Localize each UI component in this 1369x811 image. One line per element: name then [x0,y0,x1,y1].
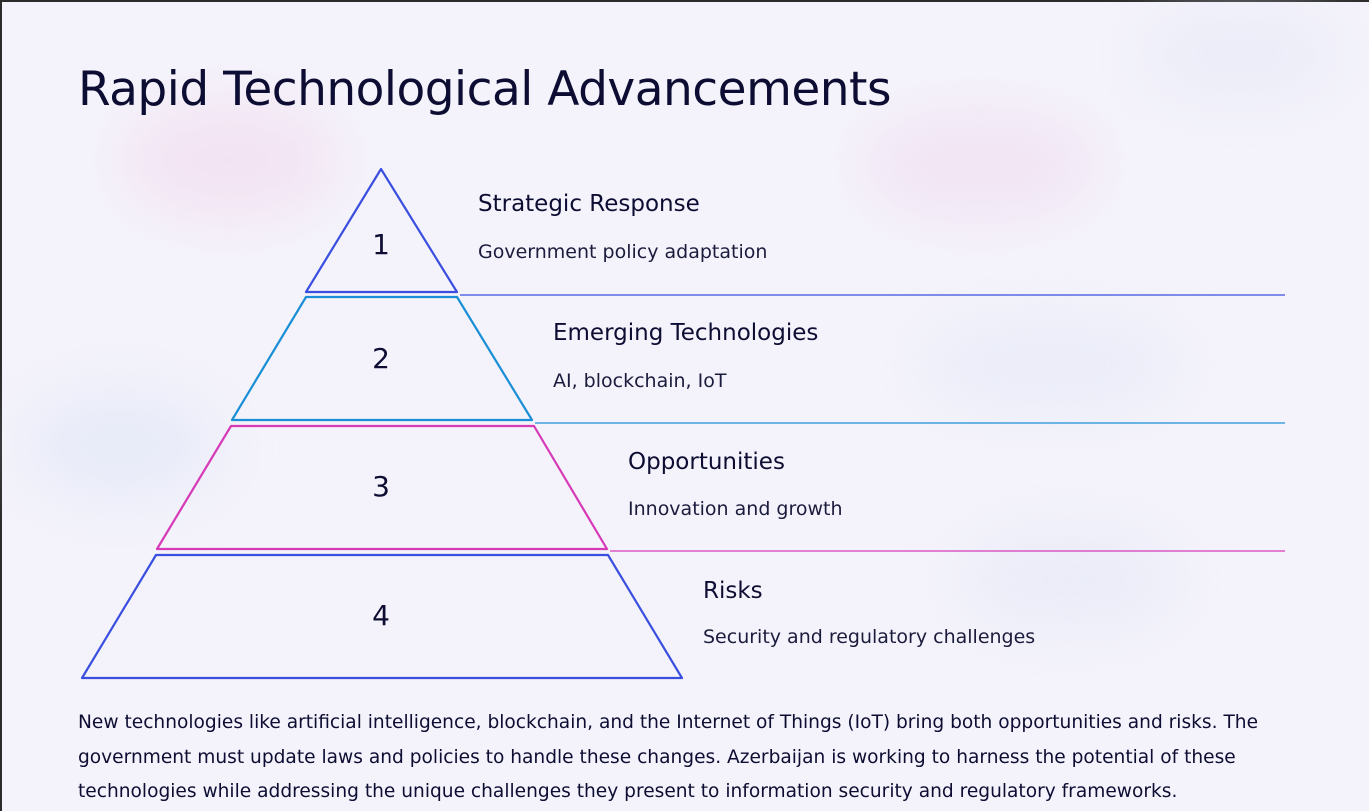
pyramid-level-4-title: Risks [703,578,763,604]
pyramid-level-4-description: Security and regulatory challenges [703,626,1036,648]
pyramid-level-3-description: Innovation and growth [628,498,843,520]
pyramid-level-1-description: Government policy adaptation [478,241,768,263]
pyramid-level-2-title: Emerging Technologies [553,320,819,346]
pyramid-diagram: 1 2 3 4 [80,167,1285,680]
pyramid-level-1-title: Strategic Response [478,191,700,217]
slide-body-text: New technologies like artificial intelli… [78,712,1259,802]
pyramid-level-3-title: Opportunities [628,449,785,475]
pyramid-level-2-number: 2 [372,342,390,375]
pyramid-level-4-number: 4 [372,599,390,632]
pyramid-level-3-number: 3 [372,470,390,503]
pyramid-level-2-description: AI, blockchain, IoT [553,370,727,392]
pyramid-level-1-number: 1 [372,228,390,261]
